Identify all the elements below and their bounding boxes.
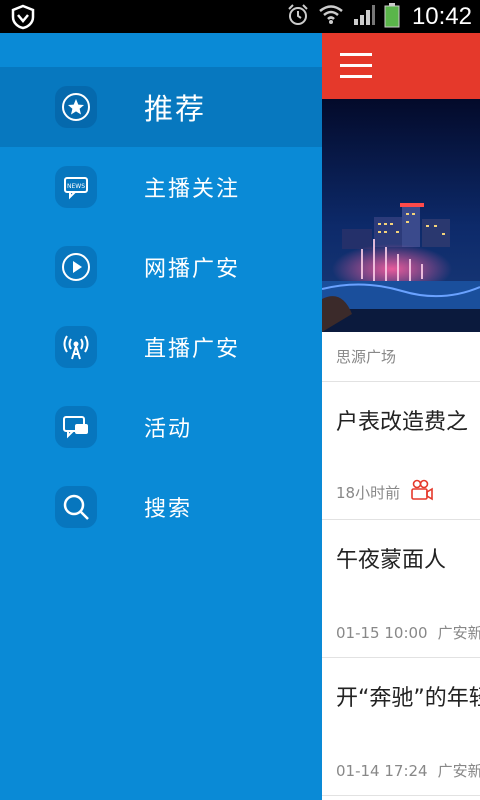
app-header bbox=[322, 33, 480, 99]
video-icon bbox=[410, 479, 434, 505]
navigation-drawer: 推荐 NEWS 主播关注 网播广安 直播广安 活动 搜索 bbox=[0, 33, 322, 800]
signal-icon bbox=[352, 3, 376, 31]
search-icon bbox=[55, 486, 97, 528]
news-title: 户表改造费之 bbox=[336, 410, 469, 435]
news-item[interactable]: 户表改造费之 18小时前 bbox=[322, 382, 480, 520]
hero-caption: 思源广场 bbox=[322, 332, 480, 382]
clock: 10:42 bbox=[411, 2, 472, 30]
shield-icon bbox=[10, 4, 36, 34]
news-source: 广安新 bbox=[437, 762, 480, 780]
wifi-icon bbox=[318, 3, 344, 31]
battery-icon bbox=[384, 2, 400, 32]
menu-item-label: 直播广安 bbox=[144, 337, 241, 362]
news-item[interactable]: 午夜蒙面人 01-15 10:00 广安新 bbox=[322, 520, 480, 658]
news-time: 01-14 17:24 bbox=[336, 761, 428, 780]
content-panel[interactable]: 思源广场 户表改造费之 18小时前 午夜蒙面人 01-15 10:00 广安新 … bbox=[322, 33, 480, 800]
menu-item-label: 推荐 bbox=[144, 92, 207, 126]
menu-item-label: 网播广安 bbox=[144, 257, 241, 282]
news-title: 开“奔驰”的年轻 bbox=[336, 686, 480, 711]
menu-item-label: 主播关注 bbox=[144, 177, 241, 202]
menu-item-search[interactable]: 搜索 bbox=[0, 467, 322, 547]
status-bar: 10:42 bbox=[0, 0, 480, 33]
chat-icon bbox=[55, 406, 97, 448]
news-time: 01-15 10:00 bbox=[336, 623, 428, 642]
news-time: 18小时前 bbox=[336, 483, 401, 502]
menu-item-activity[interactable]: 活动 bbox=[0, 387, 322, 467]
menu-item-label: 活动 bbox=[144, 417, 193, 442]
news-meta: 01-15 10:00 广安新 bbox=[336, 622, 480, 643]
broadcast-icon bbox=[55, 326, 97, 368]
menu-item-recommend[interactable]: 推荐 bbox=[0, 67, 322, 147]
menu-item-web-broadcast[interactable]: 网播广安 bbox=[0, 227, 322, 307]
hero-image[interactable] bbox=[322, 99, 480, 332]
news-source: 广安新 bbox=[437, 624, 480, 642]
news-title: 午夜蒙面人 bbox=[336, 548, 447, 573]
menu-item-label: 搜索 bbox=[144, 497, 193, 522]
menu-icon[interactable] bbox=[340, 53, 372, 79]
alarm-icon bbox=[286, 3, 310, 31]
star-icon bbox=[55, 86, 97, 128]
news-item[interactable]: 开“奔驰”的年轻 01-14 17:24 广安新 bbox=[322, 658, 480, 796]
menu-item-anchor-follow[interactable]: NEWS 主播关注 bbox=[0, 147, 322, 227]
news-meta: 18小时前 bbox=[336, 479, 434, 505]
play-icon bbox=[55, 246, 97, 288]
svg-text:NEWS: NEWS bbox=[67, 183, 85, 190]
news-meta: 01-14 17:24 广安新 bbox=[336, 760, 480, 781]
news-icon: NEWS bbox=[55, 166, 97, 208]
menu-item-live-broadcast[interactable]: 直播广安 bbox=[0, 307, 322, 387]
